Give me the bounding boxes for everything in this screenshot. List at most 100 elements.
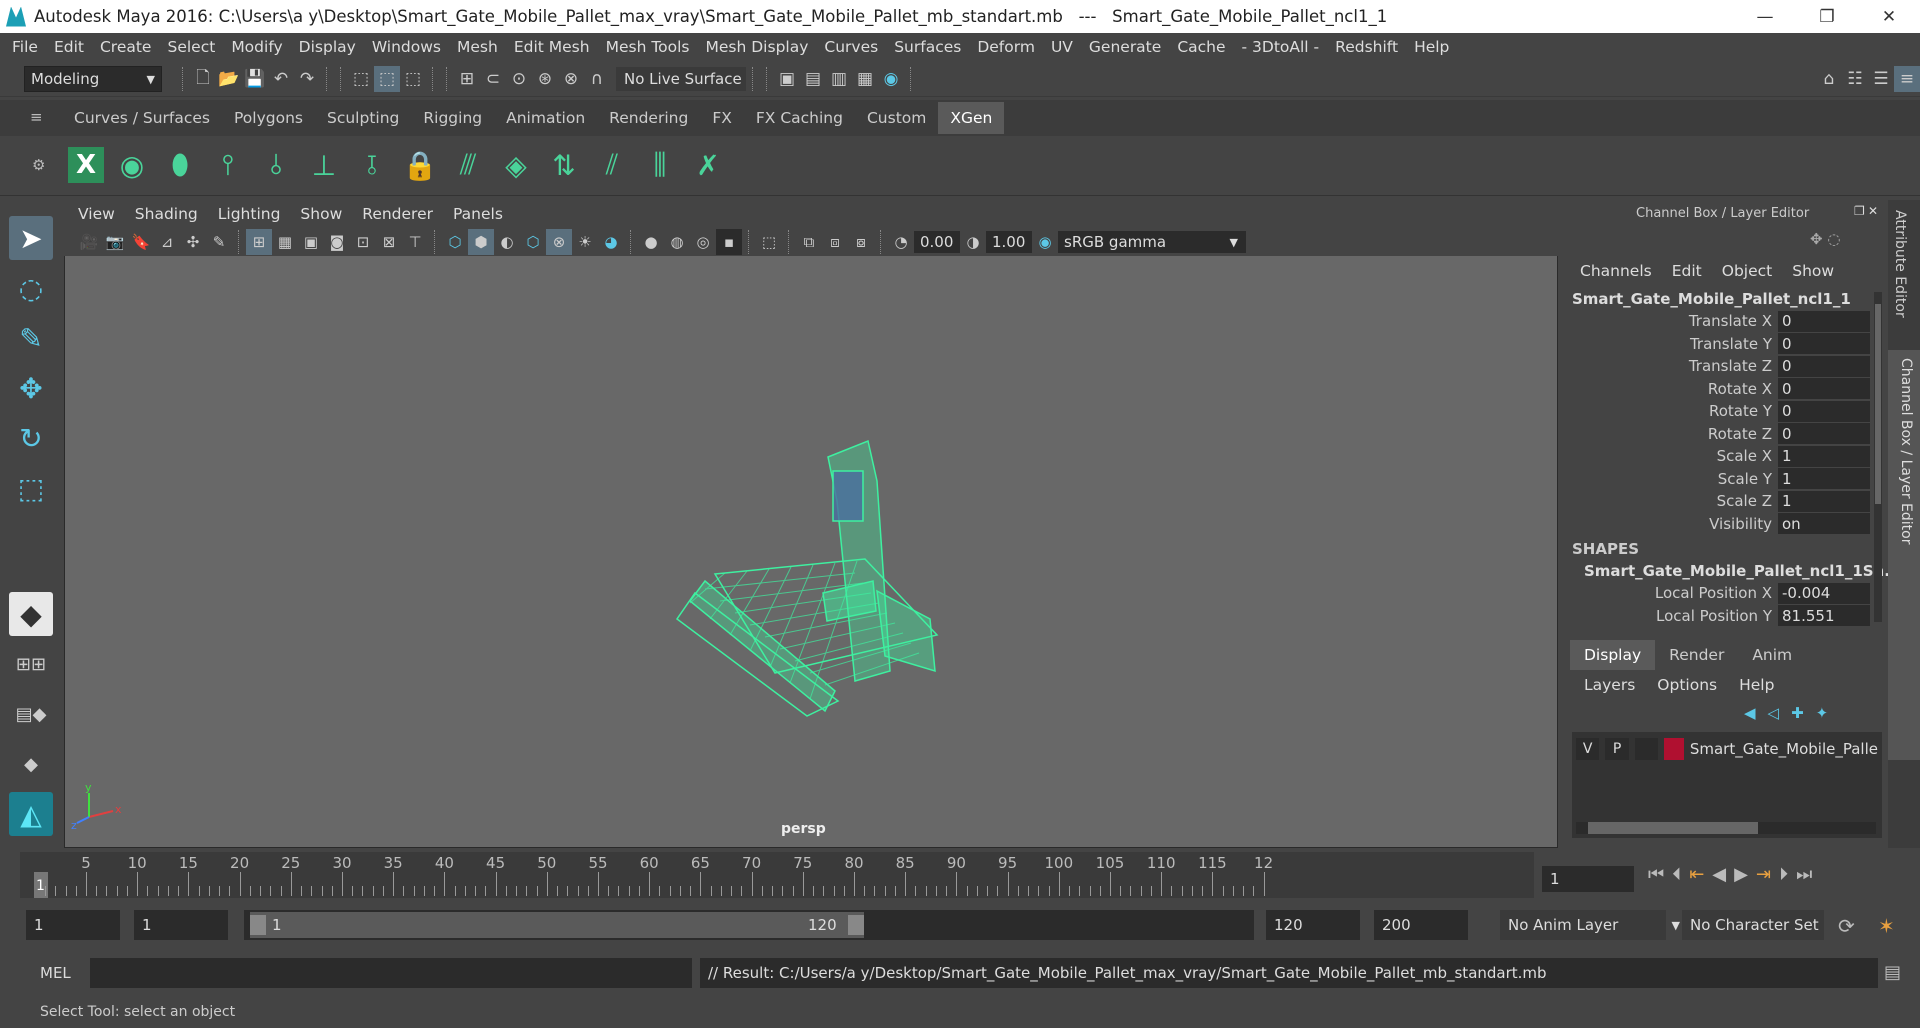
undo-icon[interactable]: ↶ bbox=[268, 66, 294, 92]
move-layer-down-icon[interactable]: ◁ bbox=[1768, 704, 1780, 722]
xgen-add-guide-icon[interactable]: ⫯ bbox=[208, 142, 248, 188]
lasso-tool-icon[interactable]: ◌ bbox=[9, 266, 53, 310]
range-end-handle[interactable] bbox=[848, 915, 864, 935]
shape-name[interactable]: Smart_Gate_Mobile_Pallet_ncl1_1Sh... bbox=[1584, 562, 1901, 580]
channel-menu-3[interactable]: Show bbox=[1792, 262, 1834, 280]
character-set-dropdown[interactable]: No Character Set bbox=[1682, 910, 1824, 940]
paint-select-tool-icon[interactable]: ✎ bbox=[9, 316, 53, 360]
menu-15[interactable]: Generate bbox=[1081, 38, 1169, 56]
make-live-icon[interactable]: ∩ bbox=[584, 66, 610, 92]
menu-8[interactable]: Edit Mesh bbox=[506, 38, 598, 56]
layer-playback-toggle[interactable]: P bbox=[1605, 738, 1629, 760]
xgen-flip-icon[interactable]: ⫻ bbox=[448, 142, 488, 188]
layer-visibility-toggle[interactable]: V bbox=[1576, 738, 1600, 760]
select-object-icon[interactable]: ⬚ bbox=[374, 66, 400, 92]
menu-9[interactable]: Mesh Tools bbox=[598, 38, 698, 56]
gate-mask-icon[interactable]: ◙ bbox=[324, 229, 350, 255]
layer-tab-2[interactable]: Anim bbox=[1738, 640, 1806, 670]
channel-row[interactable]: Visibility on bbox=[1564, 513, 1870, 536]
use-default-material-icon[interactable]: ◐ bbox=[494, 229, 520, 255]
channel-value-field[interactable]: -0.004 bbox=[1778, 582, 1870, 604]
channel-value-field[interactable]: 0 bbox=[1778, 400, 1870, 422]
channel-label[interactable]: Scale X bbox=[1564, 447, 1778, 465]
open-scene-icon[interactable]: 📂 bbox=[216, 66, 242, 92]
film-gate-icon[interactable]: ▦ bbox=[272, 229, 298, 255]
shelf-tab-3[interactable]: Rigging bbox=[411, 102, 494, 134]
shadows-icon[interactable]: ◕ bbox=[598, 229, 624, 255]
range-start-handle[interactable] bbox=[250, 915, 266, 935]
color-space-dropdown[interactable]: sRGB gamma ▼ bbox=[1058, 231, 1246, 253]
motion-blur-icon[interactable]: ◍ bbox=[664, 229, 690, 255]
xgen-insert-cv-icon[interactable]: ⊥ bbox=[304, 142, 344, 188]
safe-title-icon[interactable]: ⊤ bbox=[402, 229, 428, 255]
current-frame-field[interactable]: 1 bbox=[1542, 866, 1634, 892]
menu-13[interactable]: Deform bbox=[969, 38, 1043, 56]
exposure-icon[interactable]: ◔ bbox=[888, 229, 914, 255]
channel-row[interactable]: Rotate Z0 bbox=[1564, 423, 1870, 446]
command-language-toggle[interactable]: MEL bbox=[40, 964, 71, 982]
menu-12[interactable]: Surfaces bbox=[886, 38, 969, 56]
color-management-icon[interactable]: ◉ bbox=[1032, 229, 1058, 255]
shelf-tab-7[interactable]: FX Caching bbox=[744, 102, 855, 134]
modeling-toolkit-icon[interactable]: ⌂ bbox=[1816, 66, 1842, 92]
shelf-tab-9[interactable]: XGen bbox=[938, 102, 1005, 134]
menu-6[interactable]: Windows bbox=[364, 38, 449, 56]
play-forwards-icon[interactable]: ▶ bbox=[1734, 864, 1748, 885]
render-frame-icon[interactable]: ▤ bbox=[800, 66, 826, 92]
channel-row[interactable]: Rotate X0 bbox=[1564, 378, 1870, 401]
layer-menu-2[interactable]: Help bbox=[1739, 676, 1774, 694]
xgen-delete-guide-icon[interactable]: ✗ bbox=[688, 142, 728, 188]
menu-0[interactable]: File bbox=[4, 38, 46, 56]
xray-active-icon[interactable]: ⧈ bbox=[822, 229, 848, 255]
menu-18[interactable]: Redshift bbox=[1327, 38, 1406, 56]
xgen-density-icon[interactable]: ◈ bbox=[496, 142, 536, 188]
channel-value-field[interactable]: on bbox=[1778, 513, 1870, 535]
viewport-menu-2[interactable]: Lighting bbox=[208, 205, 291, 223]
object-name[interactable]: Smart_Gate_Mobile_Pallet_ncl1_1 bbox=[1572, 290, 1851, 308]
channel-value-field[interactable]: 0 bbox=[1778, 333, 1870, 355]
command-input[interactable] bbox=[90, 958, 692, 988]
channel-menu-0[interactable]: Channels bbox=[1580, 262, 1652, 280]
channel-row[interactable]: Translate Z0 bbox=[1564, 355, 1870, 378]
screen-space-ao-icon[interactable]: ● bbox=[638, 229, 664, 255]
new-layer-icon[interactable]: ✚ bbox=[1791, 704, 1804, 722]
xgen-sculpt-guide-icon[interactable]: ⫱ bbox=[352, 142, 392, 188]
range-slider[interactable]: 1 120 bbox=[244, 910, 1254, 940]
field-chart-icon[interactable]: ⊡ bbox=[350, 229, 376, 255]
render-settings-icon[interactable]: ▦ bbox=[852, 66, 878, 92]
channel-label[interactable]: Local Position Y bbox=[1564, 607, 1778, 625]
save-scene-icon[interactable]: 💾 bbox=[242, 66, 268, 92]
snap-grid-icon[interactable]: ⊞ bbox=[454, 66, 480, 92]
lighting-icon[interactable]: ☀ bbox=[572, 229, 598, 255]
menu-2[interactable]: Create bbox=[92, 38, 160, 56]
viewport-menu-4[interactable]: Renderer bbox=[352, 205, 443, 223]
channel-label[interactable]: Translate Z bbox=[1564, 357, 1778, 375]
channel-box-side-tab[interactable]: Channel Box / Layer Editor bbox=[1888, 350, 1920, 760]
channel-row[interactable]: Local Position X -0.004 bbox=[1564, 582, 1870, 605]
gamma-field[interactable]: 1.00 bbox=[986, 231, 1032, 253]
channel-row[interactable]: Rotate Y0 bbox=[1564, 400, 1870, 423]
anim-layer-dropdown[interactable]: No Anim Layer ▼ bbox=[1500, 910, 1680, 940]
menu-3[interactable]: Select bbox=[159, 38, 223, 56]
shelf-tab-1[interactable]: Polygons bbox=[222, 102, 315, 134]
2d-pan-zoom-icon[interactable]: ✣ bbox=[180, 229, 206, 255]
auto-key-icon[interactable]: ⟳ bbox=[1838, 914, 1855, 938]
viewport-menu-0[interactable]: View bbox=[68, 205, 125, 223]
depth-of-field-icon[interactable]: ▪ bbox=[716, 229, 742, 255]
range-slider-handle[interactable] bbox=[250, 912, 864, 938]
channel-value-field[interactable]: 0 bbox=[1778, 423, 1870, 445]
redo-icon[interactable]: ↷ bbox=[294, 66, 320, 92]
step-forward-key-icon[interactable]: ⇥ bbox=[1756, 864, 1771, 885]
channel-value-field[interactable]: 0 bbox=[1778, 355, 1870, 377]
script-editor-icon[interactable]: ▤ bbox=[1884, 962, 1901, 983]
isolate-select-icon[interactable]: ⬚ bbox=[756, 229, 782, 255]
xray-joints-icon[interactable]: ⧉ bbox=[796, 229, 822, 255]
attribute-editor-toggle-icon[interactable]: ☷ bbox=[1842, 66, 1868, 92]
grid-toggle-icon[interactable]: ⊞ bbox=[246, 229, 272, 255]
rotate-tool-icon[interactable]: ↻ bbox=[9, 416, 53, 460]
resolution-gate-icon[interactable]: ▣ bbox=[298, 229, 324, 255]
channel-row[interactable]: Scale X1 bbox=[1564, 445, 1870, 468]
channel-label[interactable]: Rotate X bbox=[1564, 380, 1778, 398]
move-layer-up-icon[interactable]: ◀ bbox=[1744, 704, 1756, 722]
layer-menu-0[interactable]: Layers bbox=[1584, 676, 1635, 694]
